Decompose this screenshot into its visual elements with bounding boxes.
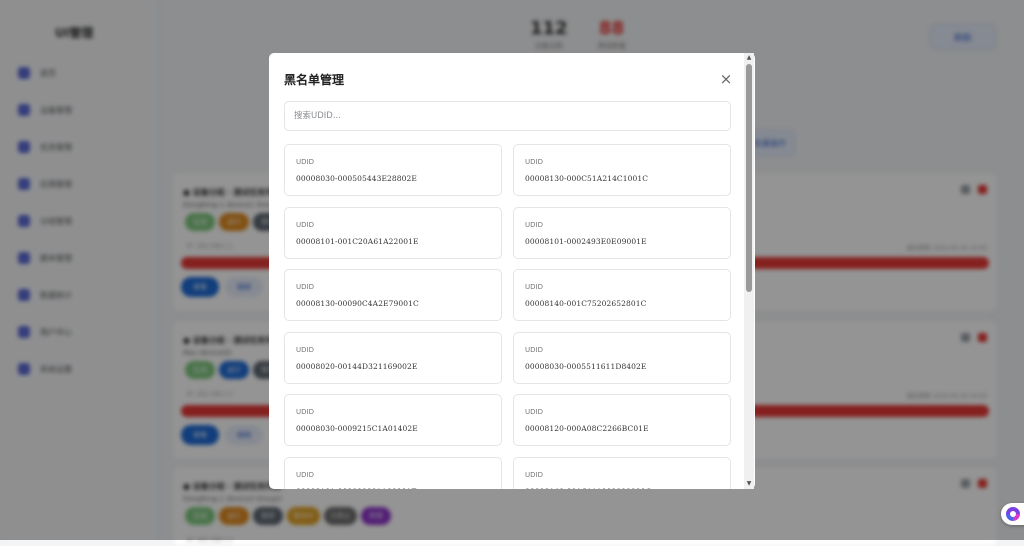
udid-card[interactable]: UDID 00008030-000505443E28802E: [284, 144, 502, 196]
udid-card[interactable]: UDID 00008140-001C111000000000C: [513, 457, 731, 490]
blacklist-modal: 黑名单管理 × UDID00008030-000505443E28802EUDI…: [269, 53, 755, 489]
udid-value: 00008130-000C51A214C1001C: [525, 174, 648, 183]
udid-card[interactable]: UDID 00008130-000C51A214C1001C: [513, 144, 731, 196]
scrollbar-thumb[interactable]: [746, 64, 752, 292]
udid-value: 00008120-000A08C2266BC01E: [525, 424, 649, 433]
udid-value: 00008020-00144D321169002E: [296, 362, 418, 371]
udid-value: 00008101-001C20A61A22001E: [296, 237, 419, 246]
modal-scrollbar[interactable]: ▲ ▼: [744, 53, 754, 489]
udid-label: UDID: [525, 346, 543, 354]
udid-card[interactable]: UDID 00008030-0009215C1A01402E: [284, 394, 502, 446]
udid-label: UDID: [525, 471, 543, 479]
udid-label: UDID: [525, 158, 543, 166]
udid-label: UDID: [296, 283, 314, 291]
udid-value: 00008030-0009215C1A01402E: [296, 424, 418, 433]
scroll-down-icon[interactable]: ▼: [745, 479, 753, 489]
close-icon[interactable]: ×: [718, 71, 734, 87]
udid-value: 00008140-001C111000000000C: [525, 487, 651, 490]
udid-card[interactable]: UDID 00008120-000A08C2266BC01E: [513, 394, 731, 446]
udid-value: 00008030-000505443E28802E: [296, 174, 417, 183]
udid-value: 00008130-00090C4A2E79001C: [296, 299, 419, 308]
udid-value: 00008101-000000001A00001E: [296, 487, 417, 490]
udid-grid: UDID 00008030-000505443E28802E UDID 0000813…: [284, 144, 731, 489]
udid-label: UDID: [296, 408, 314, 416]
udid-label: UDID: [296, 471, 314, 479]
udid-card[interactable]: UDID 00008130-00090C4A2E79001C: [284, 269, 502, 321]
udid-label: UDID: [296, 158, 314, 166]
udid-label: UDID: [296, 221, 314, 229]
udid-card[interactable]: UDID 00008101-001C20A61A22001E: [284, 207, 502, 259]
udid-label: UDID: [525, 221, 543, 229]
udid-card[interactable]: UDID 00008020-00144D321169002E: [284, 332, 502, 384]
udid-label: UDID: [525, 408, 543, 416]
udid-card[interactable]: UDID 00008101-000000001A00001E: [284, 457, 502, 490]
floating-assistant-button[interactable]: [1001, 503, 1024, 525]
modal-title: 黑名单管理: [284, 71, 344, 88]
udid-label: UDID: [525, 283, 543, 291]
search-input[interactable]: [284, 101, 731, 131]
udid-label: UDID: [296, 346, 314, 354]
udid-value: 00008030-0005511611D8402E: [525, 362, 647, 371]
udid-value: 00008101-0002493E0E09001E: [525, 237, 647, 246]
udid-value: 00008140-001C75202652801C: [525, 299, 647, 308]
assistant-icon: [1006, 507, 1020, 521]
scroll-up-icon[interactable]: ▲: [745, 53, 753, 63]
udid-card[interactable]: UDID 00008140-001C75202652801C: [513, 269, 731, 321]
udid-card[interactable]: UDID 00008101-0002493E0E09001E: [513, 207, 731, 259]
udid-card[interactable]: UDID 00008030-0005511611D8402E: [513, 332, 731, 384]
